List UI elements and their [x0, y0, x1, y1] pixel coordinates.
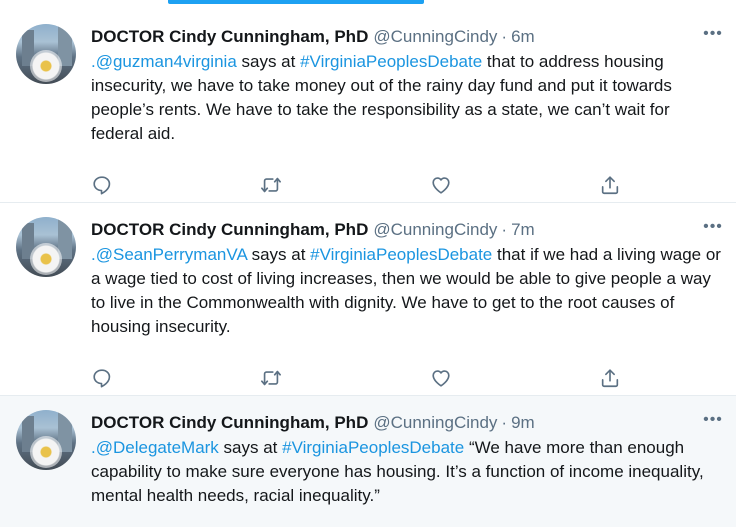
- more-icon[interactable]: •••: [702, 26, 724, 48]
- tweet[interactable]: DOCTOR Cindy Cunningham, PhD @CunningCin…: [0, 203, 736, 396]
- like-icon[interactable]: [430, 174, 452, 196]
- tweet-text-says: says at: [236, 52, 301, 71]
- more-icon[interactable]: •••: [702, 219, 724, 241]
- tweet-header: DOCTOR Cindy Cunningham, PhD @CunningCin…: [91, 412, 724, 434]
- tweet-header: DOCTOR Cindy Cunningham, PhD @CunningCin…: [91, 219, 724, 241]
- avatar[interactable]: [16, 217, 76, 277]
- avatar-daisy: [30, 436, 62, 468]
- separator-dot: ·: [501, 220, 508, 239]
- share-icon[interactable]: [599, 367, 621, 389]
- avatar-daisy: [30, 50, 62, 82]
- tweet-header: DOCTOR Cindy Cunningham, PhD @CunningCin…: [91, 26, 724, 48]
- separator-dot: ·: [501, 27, 508, 46]
- separator-dot: ·: [501, 413, 508, 432]
- avatar-daisy: [30, 243, 62, 275]
- mention-link[interactable]: .@SeanPerrymanVA: [91, 245, 247, 264]
- retweet-icon[interactable]: [260, 174, 282, 196]
- retweet-icon[interactable]: [260, 367, 282, 389]
- reply-icon[interactable]: [91, 174, 113, 196]
- tweet-actions: [91, 367, 651, 389]
- author-name[interactable]: DOCTOR Cindy Cunningham, PhD: [91, 219, 368, 241]
- tweet-text: .@DelegateMark says at #VirginiaPeoplesD…: [91, 436, 724, 508]
- tweet-timestamp[interactable]: 6m: [511, 26, 535, 48]
- tweet-actions: [91, 174, 651, 196]
- tweet-text-says: says at: [218, 438, 283, 457]
- hashtag-link[interactable]: #VirginiaPeoplesDebate: [310, 245, 492, 264]
- avatar[interactable]: [16, 410, 76, 470]
- author-handle[interactable]: @CunningCindy: [373, 26, 497, 48]
- author-name[interactable]: DOCTOR Cindy Cunningham, PhD: [91, 412, 368, 434]
- share-icon[interactable]: [599, 174, 621, 196]
- tweet-content: DOCTOR Cindy Cunningham, PhD @CunningCin…: [91, 26, 724, 195]
- mention-link[interactable]: .@guzman4virginia: [91, 52, 237, 71]
- hashtag-link[interactable]: #VirginiaPeoplesDebate: [282, 438, 464, 457]
- active-tab-indicator: [168, 0, 424, 4]
- timeline-feed: DOCTOR Cindy Cunningham, PhD @CunningCin…: [0, 10, 736, 527]
- mention-link[interactable]: .@DelegateMark: [91, 438, 219, 457]
- tweet-text-says: says at: [246, 245, 311, 264]
- tweet-content: DOCTOR Cindy Cunningham, PhD @CunningCin…: [91, 219, 724, 388]
- hashtag-link[interactable]: #VirginiaPeoplesDebate: [300, 52, 482, 71]
- tweet[interactable]: DOCTOR Cindy Cunningham, PhD @CunningCin…: [0, 396, 736, 527]
- author-name[interactable]: DOCTOR Cindy Cunningham, PhD: [91, 26, 368, 48]
- tweet-timestamp[interactable]: 9m: [511, 412, 535, 434]
- tweet-text: .@SeanPerrymanVA says at #VirginiaPeople…: [91, 243, 724, 339]
- author-handle[interactable]: @CunningCindy: [373, 412, 497, 434]
- tweet-timestamp[interactable]: 7m: [511, 219, 535, 241]
- tweet-text: .@guzman4virginia says at #VirginiaPeopl…: [91, 50, 724, 146]
- author-handle[interactable]: @CunningCindy: [373, 219, 497, 241]
- like-icon[interactable]: [430, 367, 452, 389]
- tweet-content: DOCTOR Cindy Cunningham, PhD @CunningCin…: [91, 412, 724, 508]
- tweet[interactable]: DOCTOR Cindy Cunningham, PhD @CunningCin…: [0, 10, 736, 203]
- reply-icon[interactable]: [91, 367, 113, 389]
- avatar[interactable]: [16, 24, 76, 84]
- more-icon[interactable]: •••: [702, 412, 724, 434]
